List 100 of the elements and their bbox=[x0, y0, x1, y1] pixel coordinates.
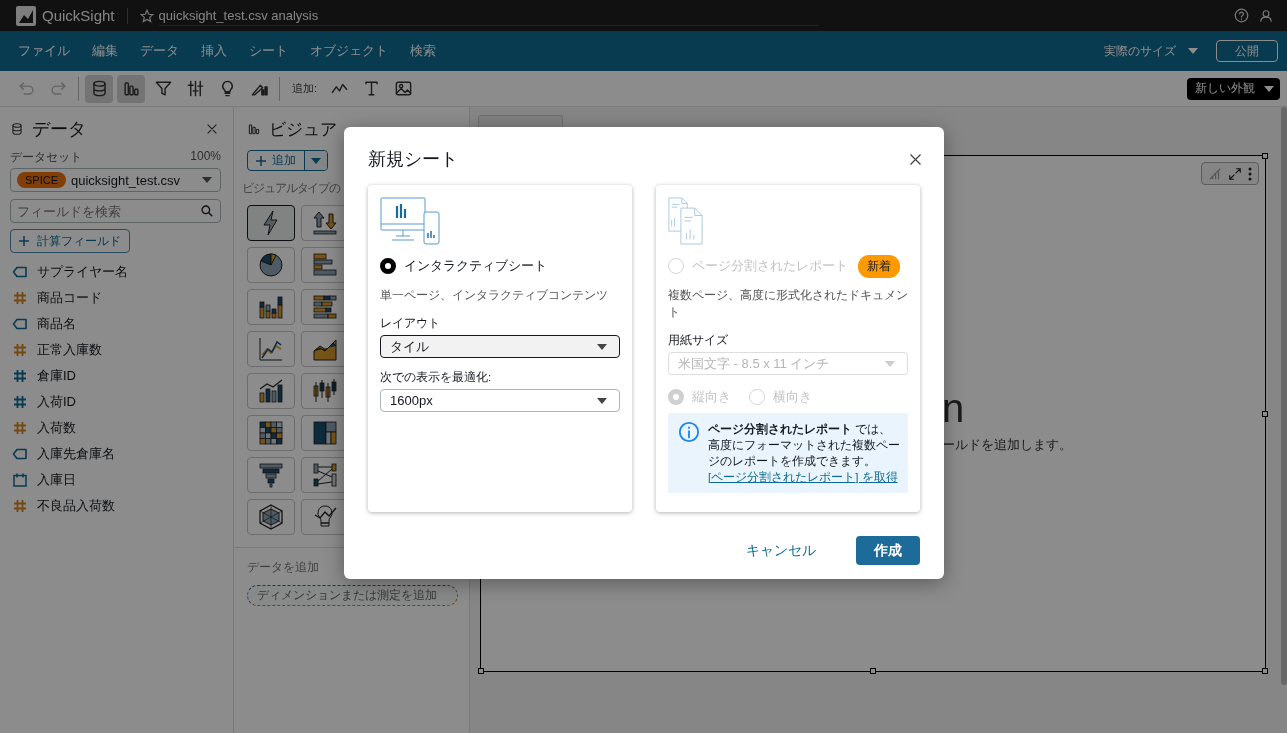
percent-label: 100% bbox=[190, 149, 221, 165]
user-icon bbox=[1259, 8, 1273, 23]
hash-icon bbox=[12, 420, 28, 436]
radar-chart-icon bbox=[257, 503, 285, 531]
image-icon bbox=[393, 79, 413, 98]
dropdown[interactable]: タイル bbox=[380, 335, 620, 358]
caret-icon bbox=[1188, 48, 1198, 54]
sliders-icon bbox=[185, 79, 205, 98]
field-item[interactable]: サプライヤー名 bbox=[37, 263, 128, 281]
caret-icon bbox=[311, 157, 321, 164]
field-item[interactable]: 商品名 bbox=[37, 315, 76, 333]
resize-handle[interactable] bbox=[870, 668, 876, 674]
search-icon bbox=[200, 204, 214, 218]
menu-item[interactable]: ファイル bbox=[18, 42, 70, 60]
panel-title: データ bbox=[32, 118, 86, 141]
option-description: 複数ページ、高度に形式化されたドキュメント bbox=[668, 287, 908, 321]
line-chart-icon bbox=[257, 335, 285, 363]
dialog-title: 新規シート bbox=[368, 148, 458, 171]
sankey-icon bbox=[311, 461, 339, 489]
menu-item[interactable]: 挿入 bbox=[201, 42, 227, 60]
field-label: 用紙サイズ bbox=[668, 333, 729, 348]
documents-icon bbox=[668, 197, 703, 245]
database-button[interactable] bbox=[85, 74, 113, 103]
dropdown[interactable]: 1600px bbox=[380, 389, 620, 412]
bar-chart-icon bbox=[247, 122, 261, 136]
scrollbar[interactable] bbox=[1281, 107, 1287, 685]
box-plot-icon bbox=[311, 377, 339, 405]
calculated-field-button[interactable]: 計算フィールド bbox=[10, 229, 130, 253]
field-item[interactable]: 正常入庫数 bbox=[37, 341, 102, 359]
pie-chart-icon bbox=[257, 251, 285, 279]
menu-item[interactable]: 編集 bbox=[92, 42, 118, 60]
logo-icon bbox=[16, 5, 36, 26]
more-icon bbox=[1248, 166, 1252, 181]
tree-map-icon bbox=[311, 419, 339, 447]
menu-item[interactable]: 検索 bbox=[410, 42, 436, 60]
chart-icon bbox=[1208, 166, 1222, 181]
create-button[interactable]: 作成 bbox=[856, 536, 920, 565]
visual-title-text: n bbox=[942, 385, 965, 431]
resize-handle[interactable] bbox=[1262, 410, 1268, 417]
calendar-icon bbox=[12, 472, 28, 488]
menu-item[interactable]: オブジェクト bbox=[310, 42, 388, 60]
resize-handle[interactable] bbox=[1262, 668, 1268, 674]
publish-button[interactable]: 公開 bbox=[1216, 40, 1278, 62]
plus-icon bbox=[256, 155, 266, 166]
cancel-button[interactable]: キャンセル bbox=[730, 536, 832, 565]
menu-item[interactable]: データ bbox=[140, 42, 179, 60]
new-badge: 新着 bbox=[858, 254, 900, 278]
close-icon bbox=[908, 151, 923, 167]
field-item[interactable]: 不良品入荷数 bbox=[37, 497, 115, 515]
filter-icon bbox=[153, 79, 173, 98]
field-item[interactable]: 商品コード bbox=[37, 289, 102, 307]
close-button[interactable] bbox=[908, 151, 923, 167]
combo-chart-icon bbox=[257, 377, 285, 405]
search-field[interactable]: フィールドを検索 bbox=[10, 199, 221, 223]
add-split-button[interactable]: 追加 bbox=[247, 150, 328, 171]
analysis-title-field[interactable]: quicksight_test.csv analysis bbox=[158, 5, 819, 26]
expand-icon bbox=[1228, 166, 1242, 181]
field-item[interactable]: 入庫日 bbox=[37, 471, 76, 489]
hash-icon bbox=[12, 498, 28, 514]
radio-button[interactable] bbox=[380, 258, 396, 274]
add-label: 追加: bbox=[292, 81, 318, 96]
field-item[interactable]: 入荷数 bbox=[37, 419, 76, 437]
app-name: QuickSight bbox=[42, 7, 115, 24]
menu-item[interactable]: シート bbox=[249, 42, 288, 60]
field-item[interactable]: 倉庫ID bbox=[37, 367, 76, 385]
dataset-label: データセット bbox=[10, 149, 82, 166]
stacked-bar-chart-icon bbox=[257, 293, 285, 321]
option-card[interactable]: インタラクティブシート 単一ページ、インタラクティブコンテンツ レイアウト タイル 次での表示を最適化: 1600px bbox=[368, 185, 632, 512]
caret-icon bbox=[1264, 85, 1274, 92]
field-item[interactable]: 入庫先倉庫名 bbox=[37, 445, 115, 463]
close-icon bbox=[205, 122, 219, 136]
add-data-label: データを追加 bbox=[247, 559, 320, 576]
hash-icon bbox=[12, 394, 28, 410]
theme-dropdown[interactable]: 新しい外観 bbox=[1187, 77, 1280, 100]
resize-handle[interactable] bbox=[1262, 153, 1268, 159]
caret-icon bbox=[597, 343, 607, 350]
plus-icon bbox=[19, 236, 29, 246]
caret-icon bbox=[597, 397, 607, 404]
field-drop-zone[interactable]: ディメンションまたは測定を追加 bbox=[247, 585, 458, 606]
text-field-icon bbox=[12, 264, 28, 280]
hash-icon bbox=[12, 342, 28, 358]
star-icon bbox=[139, 8, 154, 23]
caret-icon bbox=[202, 177, 212, 183]
resize-handle[interactable] bbox=[478, 668, 484, 674]
text-field-icon bbox=[12, 446, 28, 462]
spice-badge: SPICE bbox=[17, 172, 66, 188]
sort-arrows-icon bbox=[311, 209, 339, 237]
bar-chart-icon bbox=[121, 79, 141, 98]
radio-label: 縦向き bbox=[692, 388, 731, 406]
database-icon bbox=[10, 122, 24, 136]
caret-icon bbox=[885, 360, 895, 367]
field-item[interactable]: 入荷ID bbox=[37, 393, 76, 411]
visual-types-label: ビジュアルタイプの bbox=[242, 180, 342, 197]
heat-map-icon bbox=[257, 419, 285, 447]
bar-chart-button[interactable] bbox=[117, 74, 145, 103]
zoom-dropdown[interactable]: 実際のサイズ bbox=[1104, 42, 1198, 60]
text-field-icon bbox=[12, 316, 28, 332]
radio-label: 横向き bbox=[773, 388, 812, 406]
help-icon bbox=[1234, 8, 1249, 23]
dataset-dropdown[interactable]: SPICE quicksight_test.csv bbox=[10, 168, 221, 192]
